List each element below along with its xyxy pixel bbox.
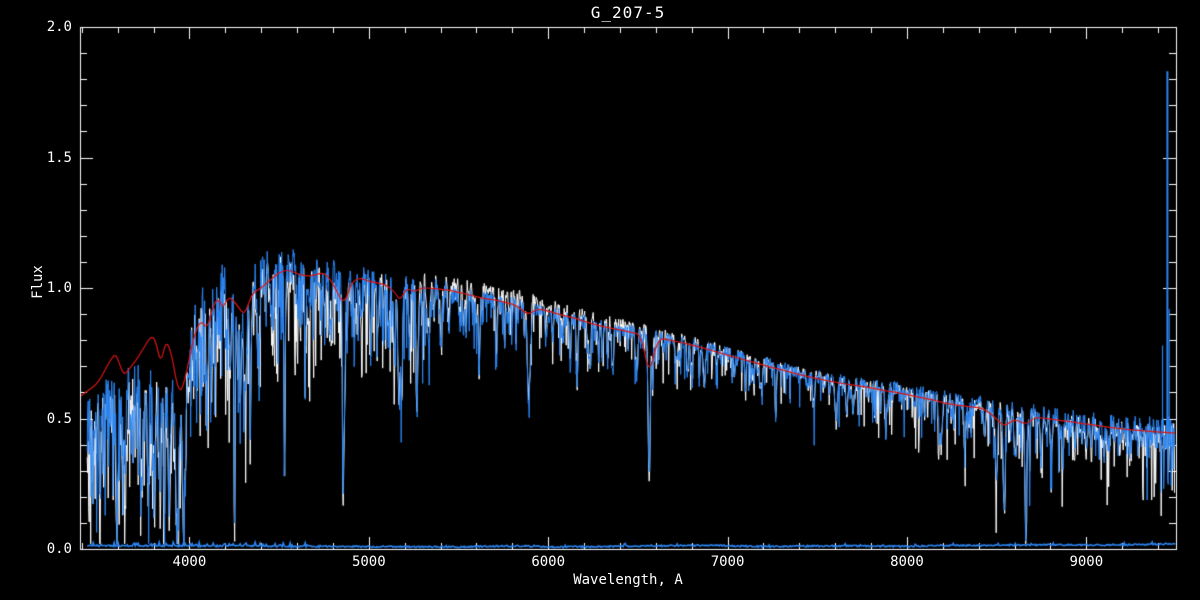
x-tick-label: 6000: [531, 554, 566, 570]
y-tick-label: 1.0: [46, 280, 72, 296]
y-tick-label: 0.5: [46, 410, 72, 427]
y-tick-label: 1.5: [46, 149, 72, 166]
x-axis-tick-labels: 4000 5000 6000 7000 8000 9000: [0, 554, 1200, 572]
spectrum-plot-canvas: [0, 0, 1200, 600]
spectrum-plot-window: G_207-5 Wavelength, A Flux 4000 5000 6000 7…: [0, 0, 1200, 600]
y-tick-label: 0.0: [46, 541, 72, 557]
x-tick-label: 9000: [1069, 554, 1104, 570]
x-tick-label: 8000: [890, 554, 924, 570]
x-tick-label: 7000: [710, 554, 745, 570]
x-tick-label: 4000: [172, 554, 207, 570]
y-tick-label: 2.0: [46, 19, 72, 35]
plot-title: G_207-5: [590, 3, 666, 22]
y-axis-tick-labels: 0.0 0.5 1.0 1.5 2.0: [0, 0, 74, 600]
x-tick-label: 5000: [351, 554, 386, 570]
x-axis-label: Wavelength, A: [573, 572, 683, 588]
